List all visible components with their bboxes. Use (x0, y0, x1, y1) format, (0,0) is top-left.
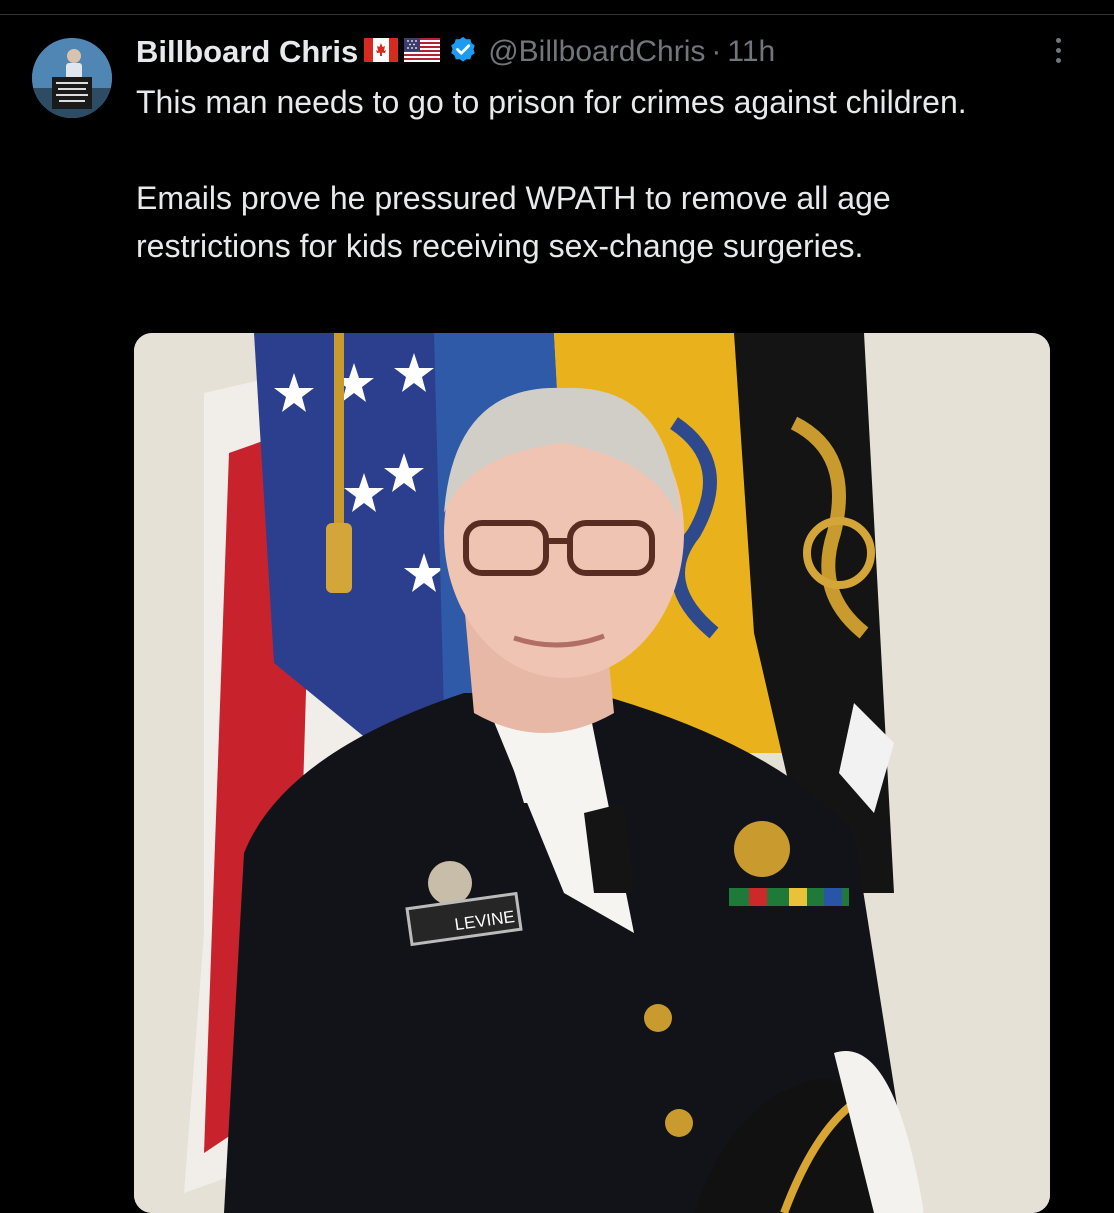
top-divider (0, 14, 1114, 15)
author-avatar[interactable] (32, 38, 112, 118)
tweet-header: Billboard Chris @BillboardChris · 11h (136, 30, 775, 74)
timestamp[interactable]: 11h (727, 35, 775, 69)
tweet-text: This man needs to go to prison for crime… (136, 78, 1036, 270)
portrait-photo: LEVINE (134, 333, 1050, 1213)
author-name[interactable]: Billboard Chris (136, 34, 358, 70)
author-handle[interactable]: @BillboardChris (488, 35, 705, 69)
more-options-icon[interactable] (1048, 34, 1068, 70)
tweet-paragraph-2: Emails prove he pressured WPATH to remov… (136, 180, 891, 264)
verified-badge-icon[interactable] (448, 35, 478, 70)
us-flag-icon (404, 37, 441, 67)
tweet-media-photo[interactable]: LEVINE (134, 333, 1050, 1213)
dot-separator: · (711, 35, 722, 68)
tweet-paragraph-1: This man needs to go to prison for crime… (136, 84, 967, 120)
canada-flag-icon (364, 37, 399, 67)
avatar-image (32, 38, 112, 118)
